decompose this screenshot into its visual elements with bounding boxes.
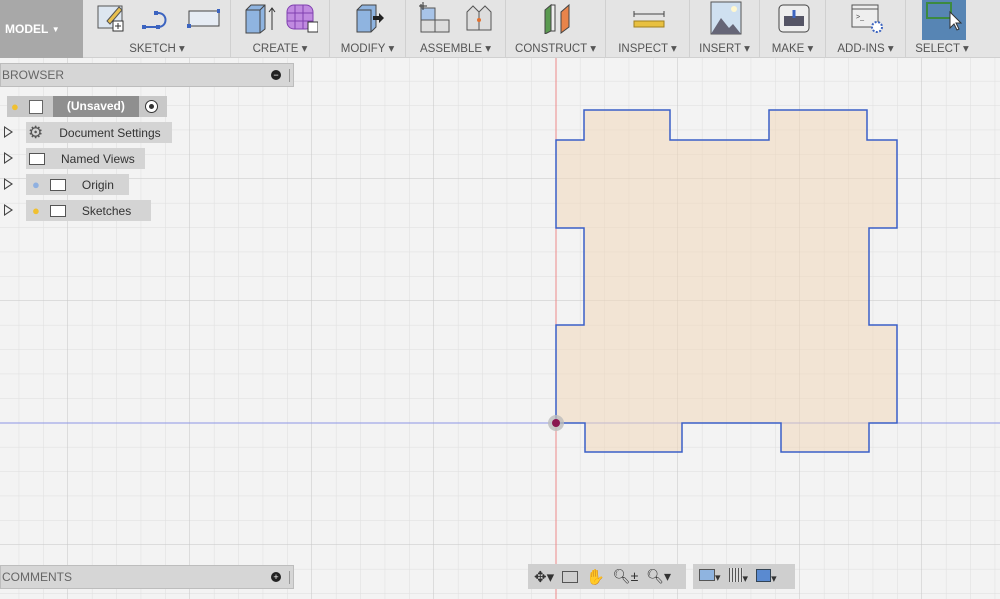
item-label: Named Views [61, 151, 135, 166]
viewports-icon[interactable]: ▾ [756, 568, 777, 585]
insert-label: INSERT [699, 43, 741, 55]
item-label: Document Settings [59, 125, 161, 140]
item-label: Sketches [81, 203, 132, 218]
expand-document-settings-icon[interactable] [4, 126, 13, 138]
create-group[interactable]: CREATE ▾ [231, 0, 330, 58]
comments-title: COMMENTS [2, 570, 72, 584]
browser-title: BROWSER [2, 68, 65, 82]
offset-plane-icon[interactable] [539, 2, 573, 34]
rectangle-icon[interactable] [186, 2, 220, 34]
browser-item-named-views[interactable]: Named Views [26, 148, 145, 169]
create-sketch-icon[interactable] [94, 2, 128, 34]
browser-panel-header[interactable]: BROWSER − [0, 63, 294, 87]
root-label: (Unsaved) [52, 96, 139, 117]
display-settings-icon[interactable]: ▾ [699, 569, 721, 584]
design-canvas[interactable] [0, 0, 1000, 599]
lightbulb-on-icon[interactable]: ● [32, 203, 40, 218]
spline-icon[interactable] [140, 2, 174, 34]
comments-panel-header[interactable]: COMMENTS + [0, 565, 294, 589]
svg-text:>_: >_ [856, 14, 864, 21]
modify-label: MODIFY [340, 43, 386, 55]
expand-sketches-icon[interactable] [4, 204, 13, 216]
inspect-label: INSPECT [618, 43, 668, 55]
browser-item-sketches[interactable]: ● Sketches [26, 200, 151, 221]
scripts-icon[interactable]: >_ [849, 2, 883, 34]
expand-named-views-icon[interactable] [4, 152, 13, 164]
add-ins-label: ADD-INS [837, 43, 885, 55]
assemble-label: ASSEMBLE [420, 43, 483, 55]
modify-group[interactable]: MODIFY ▾ [330, 0, 406, 58]
workspace-switcher[interactable]: MODEL ▼ [0, 0, 83, 58]
gear-icon: ⚙ [28, 122, 44, 142]
inspect-group[interactable]: INSPECT ▾ [606, 0, 690, 58]
pan-hand-icon[interactable]: ✋ [586, 568, 605, 586]
insert-group[interactable]: INSERT ▾ [690, 0, 760, 58]
select-label: SELECT [915, 43, 960, 55]
navigation-bar: ✥▾ ✋ 🔍︎± 🔍︎▾ [528, 564, 686, 589]
zoom-window-icon[interactable]: 🔍︎▾ [646, 568, 671, 585]
lightbulb-off-icon[interactable]: ● [32, 177, 40, 192]
item-label: Origin [81, 177, 114, 192]
lightbulb-on-icon[interactable]: ● [11, 99, 19, 114]
panel-grip-icon[interactable] [289, 571, 291, 584]
panel-grip-icon[interactable] [289, 69, 291, 82]
browser-item-document-settings[interactable]: ⚙ Document Settings [26, 122, 172, 143]
workspace-label: MODEL [5, 22, 49, 36]
new-component-icon[interactable] [417, 2, 451, 34]
browser-root-node[interactable]: ● (Unsaved) [7, 96, 167, 117]
origin-point[interactable] [552, 419, 560, 427]
make-label: MAKE [771, 43, 805, 55]
select-group[interactable]: SELECT ▾ [906, 0, 978, 58]
sketch-group[interactable]: SKETCH ▾ [84, 0, 231, 58]
toolbar: MODEL ▼ SKETCH ▾ CREATE ▾ MODIFY ▾ ASSEM… [0, 0, 1000, 58]
3d-print-icon[interactable] [776, 2, 810, 34]
insert-image-icon[interactable] [708, 1, 742, 35]
create-label: CREATE [252, 43, 299, 55]
make-group[interactable]: MAKE ▾ [760, 0, 826, 58]
sketch-profile[interactable] [555, 109, 898, 453]
display-bar: ▾ ▾ ▾ [693, 564, 795, 589]
folder-icon [29, 152, 45, 165]
construct-label: CONSTRUCT [515, 43, 587, 55]
component-icon [28, 99, 43, 114]
construct-group[interactable]: CONSTRUCT ▾ [506, 0, 606, 58]
expand-origin-icon[interactable] [4, 178, 13, 190]
grid-settings-icon[interactable]: ▾ [728, 568, 748, 585]
joint-icon[interactable] [461, 2, 495, 34]
sketch-label: SKETCH [129, 43, 176, 55]
folder-icon [49, 178, 66, 191]
collapse-browser-icon[interactable]: − [271, 70, 281, 80]
zoom-icon[interactable]: 🔍︎± [613, 568, 638, 585]
orbit-icon[interactable]: ✥▾ [534, 568, 554, 586]
look-at-icon[interactable] [562, 570, 579, 583]
form-icon[interactable] [284, 2, 318, 34]
activate-radio-icon[interactable] [144, 100, 158, 113]
add-comment-icon[interactable]: + [271, 572, 281, 582]
press-pull-icon[interactable] [351, 2, 385, 34]
extrude-icon[interactable] [242, 2, 276, 34]
measure-icon[interactable] [631, 2, 665, 34]
add-ins-group[interactable]: >_ ADD-INS ▾ [826, 0, 906, 58]
assemble-group[interactable]: ASSEMBLE ▾ [406, 0, 506, 58]
browser-item-origin[interactable]: ● Origin [26, 174, 129, 195]
folder-icon [49, 204, 66, 217]
